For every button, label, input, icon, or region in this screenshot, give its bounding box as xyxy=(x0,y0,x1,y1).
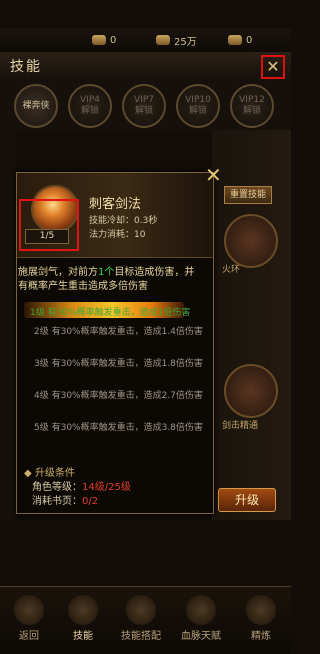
header: 技能 ✕ xyxy=(0,52,291,81)
popup-header: 1/5 刺客剑法 技能冷却：0.3秒 法力消耗：10 xyxy=(17,173,213,258)
popup-close-icon[interactable]: ✕ xyxy=(205,163,222,187)
skill-book-icon[interactable] xyxy=(68,595,98,625)
level-5-effect: 5级 有30%概率触发重击，造成3.8倍伤害 xyxy=(34,423,203,433)
currency-gold: 0 xyxy=(92,32,116,48)
skill-name: 刺客剑法 xyxy=(89,197,142,212)
close-button[interactable]: ✕ xyxy=(261,55,285,79)
vip4-slot[interactable]: VIP4 解锁 xyxy=(68,84,112,128)
level-2-effect: 2级 有30%概率触发重击，造成1.4倍伤害 xyxy=(34,327,203,337)
skill-detail-popup: 1/5 刺客剑法 技能冷却：0.3秒 法力消耗：10 ✕ xyxy=(16,163,222,514)
required-pages: 消耗书页：0/2 xyxy=(32,496,99,507)
skill-description: 施展剑气，对前方1个目标造成伤害，并有概率产生重击造成多倍伤害 xyxy=(18,267,195,292)
vip12-slot[interactable]: VIP12 解锁 xyxy=(230,84,274,128)
back-icon[interactable] xyxy=(14,595,44,625)
level-4-effect: 4级 有30%概率触发重击，造成2.7倍伤害 xyxy=(34,391,203,401)
nav-bloodline[interactable]: 血脉天赋 xyxy=(173,627,229,642)
skill-disc-icon[interactable] xyxy=(224,364,278,418)
silver-icon xyxy=(156,35,170,45)
skill-level-tag: 1/5 xyxy=(25,229,69,244)
skill-combo-icon[interactable] xyxy=(126,595,156,625)
nav-skill-combo[interactable]: 技能搭配 xyxy=(113,627,169,642)
close-icon: ✕ xyxy=(266,57,280,76)
vip7-slot[interactable]: VIP7 解锁 xyxy=(122,84,166,128)
background-left xyxy=(0,130,16,520)
skill-disc-icon[interactable] xyxy=(224,214,278,268)
reset-skill-button[interactable]: 重置技能 xyxy=(224,186,272,204)
upgrade-requirements-title: ◆ 升级条件 xyxy=(24,468,75,479)
currency-silver-value: 25万 xyxy=(174,36,197,48)
required-level: 角色等级：14级/25级 xyxy=(32,482,131,493)
currency-silver: 25万 xyxy=(156,32,197,48)
nav-skills[interactable]: 技能 xyxy=(55,627,111,642)
refine-icon[interactable] xyxy=(246,595,276,625)
nav-back[interactable]: 返回 xyxy=(1,627,57,642)
character-slot[interactable]: 裸奔侠 xyxy=(14,84,58,128)
side-skill-label: 火环 xyxy=(222,265,241,275)
skill-cooldown: 技能冷却：0.3秒 xyxy=(89,216,158,226)
currency-bar: 0 25万 0 xyxy=(0,28,291,53)
skill-slot-row: 裸奔侠 VIP4 解锁 VIP7 解锁 VIP10 解锁 VIP12 解锁 xyxy=(0,80,291,130)
level-3-effect: 3级 有30%概率触发重击，造成1.8倍伤害 xyxy=(34,359,203,369)
skill-mana-cost: 法力消耗：10 xyxy=(89,230,146,240)
bottom-nav: 返回 技能 技能搭配 血脉天赋 精炼 xyxy=(0,586,291,654)
currency-gem: 0 xyxy=(228,32,252,48)
page-title: 技能 xyxy=(10,59,42,75)
vip10-slot[interactable]: VIP10 解锁 xyxy=(176,84,220,128)
currency-gem-value: 0 xyxy=(246,34,253,46)
bloodline-icon[interactable] xyxy=(186,595,216,625)
nav-refine[interactable]: 精炼 xyxy=(233,627,289,642)
currency-gold-value: 0 xyxy=(110,34,117,46)
character-name: 裸奔侠 xyxy=(22,100,50,111)
gold-icon xyxy=(92,35,106,45)
gem-icon xyxy=(228,35,242,45)
side-skill-label: 剑击精通 xyxy=(222,421,259,431)
upgrade-button[interactable]: 升级 xyxy=(218,488,276,512)
level-1-effect: 1级 有30%概率触发重击，造成1倍伤害 xyxy=(30,308,191,318)
